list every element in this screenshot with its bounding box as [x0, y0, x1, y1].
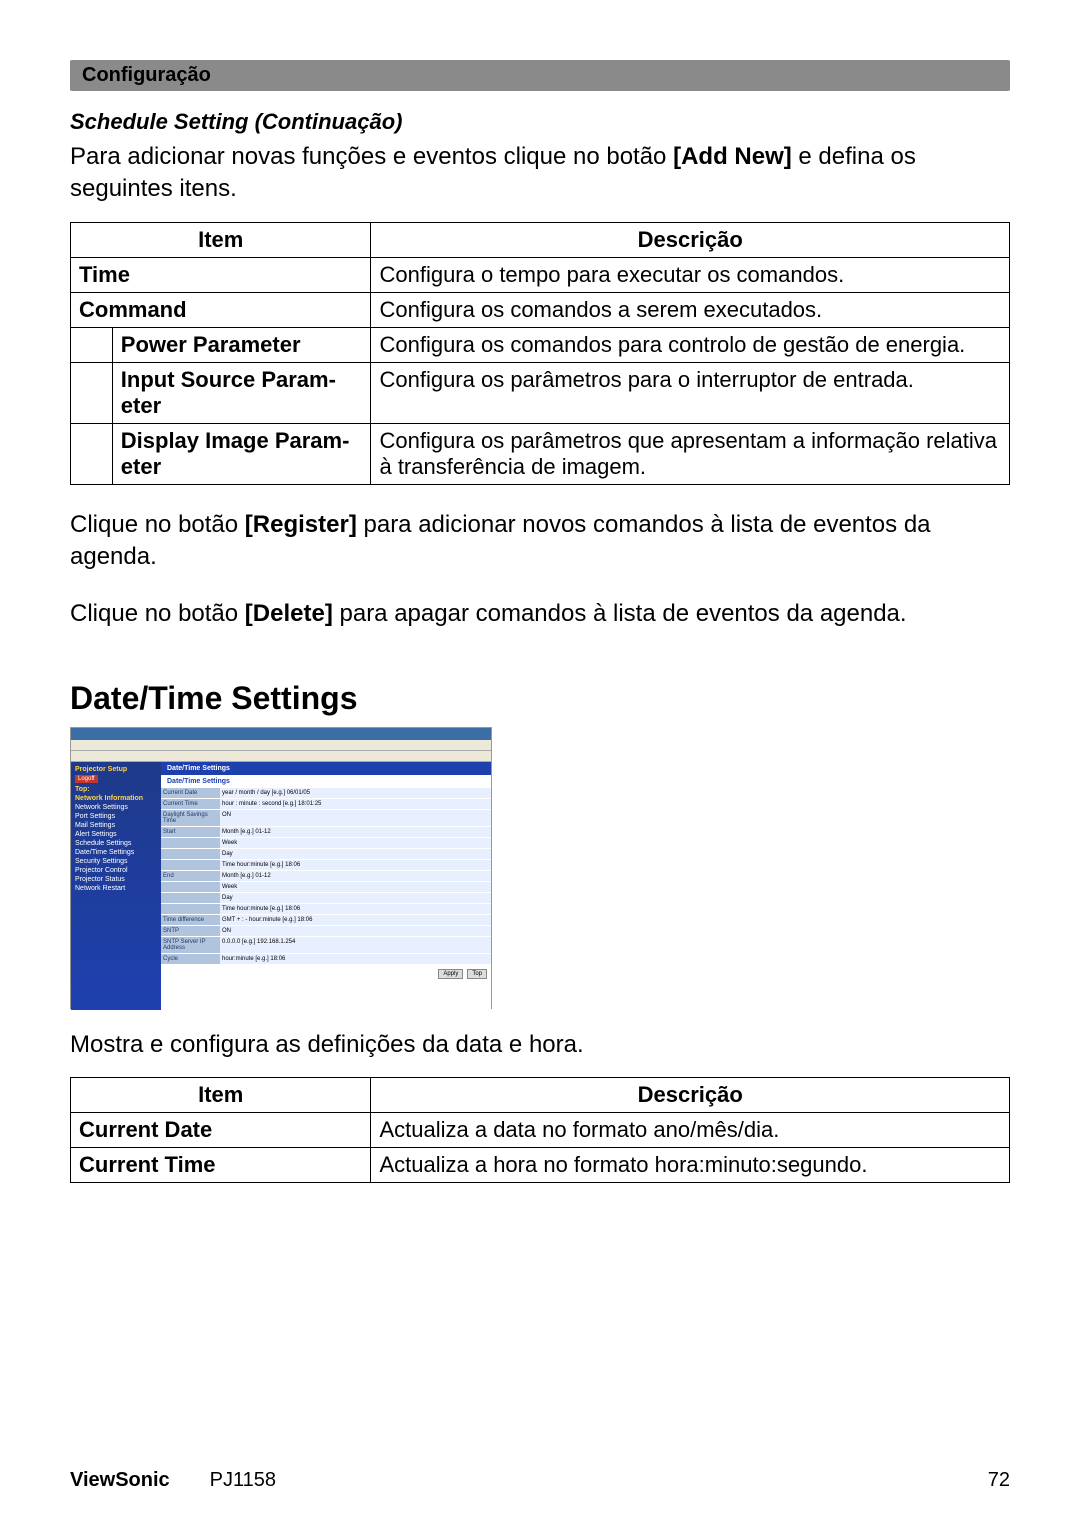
datetime-intro: Mostra e configura as definições da data…	[70, 1029, 1010, 1061]
ss-lbl-cycle: Cycle	[161, 954, 220, 965]
p2-pre: Clique no botão	[70, 511, 245, 538]
ss-val-end-t[interactable]: Time hour:minute [e.g.] 18:06	[220, 904, 491, 915]
dt-ct-item: Current Time	[71, 1148, 371, 1183]
footer-page-number: 72	[988, 1469, 1010, 1492]
ss-val-start-t[interactable]: Time hour:minute [e.g.] 18:06	[220, 860, 491, 871]
ss-nav-top: Top:	[75, 786, 157, 793]
ss-lbl-td: Time difference	[161, 915, 220, 926]
ss-lbl-blank	[161, 838, 220, 849]
ss-lbl-cd: Current Date	[161, 788, 220, 799]
intro-bold: [Add New]	[673, 143, 792, 170]
schedule-para-delete: Clique no botão [Delete] para apagar com…	[70, 598, 1010, 630]
ss-nav-item[interactable]: Network Restart	[75, 885, 157, 892]
row-power-desc: Configura os comandos para controlo de g…	[371, 327, 1010, 362]
dt-cd-desc: Actualiza a data no formato ano/mês/dia.	[371, 1113, 1010, 1148]
p3-post: para apagar comandos à lista de eventos …	[333, 600, 907, 627]
footer-model: PJ1158	[210, 1469, 988, 1492]
indent	[71, 423, 113, 484]
ss-val-end-d[interactable]: Day	[220, 893, 491, 904]
row-input-item: Input Source Param­eter	[112, 362, 371, 423]
ss-lbl-blank	[161, 882, 220, 893]
row-display-item: Display Image Param­eter	[112, 423, 371, 484]
ss-val-end-m[interactable]: Month [e.g.] 01-12	[220, 871, 491, 882]
row-time-desc: Configura o tempo para executar os coman…	[371, 257, 1010, 292]
schedule-table: Item Descrição Time Configura o tempo pa…	[70, 222, 1010, 485]
ss-nav-netinfo: Network Information	[75, 795, 157, 802]
ss-lbl-sntp: SNTP	[161, 926, 220, 937]
row-command-item: Command	[71, 292, 371, 327]
ss-main-sub: Date/Time Settings	[161, 775, 491, 788]
datetime-screenshot: Projector Setup Logoff Top: Network Info…	[70, 727, 492, 1009]
page-footer: ViewSonic PJ1158 72	[70, 1469, 1010, 1492]
dt-ct-desc: Actualiza a hora no formato hora:minuto:…	[371, 1148, 1010, 1183]
ss-nav-item[interactable]: Security Settings	[75, 858, 157, 865]
ss-nav-item[interactable]: Schedule Settings	[75, 840, 157, 847]
ss-nav: Projector Setup Logoff Top: Network Info…	[71, 762, 161, 1010]
schedule-para-register: Clique no botão [Register] para adiciona…	[70, 509, 1010, 574]
ss-nav-item[interactable]: Mail Settings	[75, 822, 157, 829]
datetime-table: Item Descrição Current Date Actualiza a …	[70, 1077, 1010, 1183]
ss-main-header: Date/Time Settings	[161, 762, 491, 775]
schedule-subheading: Schedule Setting (Continuação)	[70, 109, 1010, 135]
ss-nav-item[interactable]: Port Settings	[75, 813, 157, 820]
p3-bold: [Delete]	[245, 600, 333, 627]
ss-val-on2[interactable]: ON	[220, 926, 491, 937]
row-command-desc: Configura os comandos a serem executados…	[371, 292, 1010, 327]
ss-val-on[interactable]: ON	[220, 810, 491, 827]
ss-nav-item[interactable]: Date/Time Settings	[75, 849, 157, 856]
ss-nav-title: Projector Setup	[75, 766, 157, 773]
ss-logoff-button[interactable]: Logoff	[75, 775, 98, 783]
ss-val-start-d[interactable]: Day	[220, 849, 491, 860]
ss-val-cycle[interactable]: hour:minute [e.g.] 18:06	[220, 954, 491, 965]
ss-val-td[interactable]: GMT + : - hour:minute [e.g.] 18:06	[220, 915, 491, 926]
row-power-item: Power Parameter	[112, 327, 371, 362]
ss-val-ip[interactable]: 0.0.0.0 [e.g.] 192.168.1.254	[220, 937, 491, 954]
ss-nav-item[interactable]: Projector Control	[75, 867, 157, 874]
ss-main: Date/Time Settings Date/Time Settings Cu…	[161, 762, 491, 1010]
ss-lbl-blank	[161, 860, 220, 871]
ss-toolbar	[71, 740, 491, 751]
section-header: Configuração	[70, 60, 1010, 91]
p3-pre: Clique no botão	[70, 600, 245, 627]
ss-nav-item[interactable]: Alert Settings	[75, 831, 157, 838]
ss-lbl-ip: SNTP Server IP Address	[161, 937, 220, 954]
indent	[71, 327, 113, 362]
ss-nav-item[interactable]: Network Settings	[75, 804, 157, 811]
dt-cd-item: Current Date	[71, 1113, 371, 1148]
ss-val-ct[interactable]: hour : minute : second [e.g.] 18:01:25	[220, 799, 491, 810]
ss-address-bar	[71, 751, 491, 762]
ss-val-start-m[interactable]: Month [e.g.] 01-12	[220, 827, 491, 838]
ss-lbl-blank	[161, 849, 220, 860]
schedule-intro: Para adicionar novas funções e eventos c…	[70, 141, 1010, 206]
ss-lbl-blank	[161, 904, 220, 915]
ss-titlebar	[71, 728, 491, 740]
row-time-item: Time	[71, 257, 371, 292]
ss-lbl-ct: Current Time	[161, 799, 220, 810]
footer-brand: ViewSonic	[70, 1469, 170, 1492]
ss-apply-button[interactable]: Apply	[438, 969, 463, 979]
p2-bold: [Register]	[245, 511, 357, 538]
th-desc: Descrição	[371, 222, 1010, 257]
ss-nav-item[interactable]: Projector Status	[75, 876, 157, 883]
ss-lbl-dst: Daylight Savings Time	[161, 810, 220, 827]
indent	[71, 362, 113, 423]
ss-lbl-blank	[161, 893, 220, 904]
ss-lbl-end: End	[161, 871, 220, 882]
ss-val-start-w[interactable]: Week	[220, 838, 491, 849]
intro-pre: Para adicionar novas funções e eventos c…	[70, 143, 673, 170]
row-display-desc: Configura os parâmetros que apresentam a…	[371, 423, 1010, 484]
row-input-desc: Configura os parâmetros para o interrupt…	[371, 362, 1010, 423]
ss-val-end-w[interactable]: Week	[220, 882, 491, 893]
ss-lbl-start: Start	[161, 827, 220, 838]
dt-th-item: Item	[71, 1078, 371, 1113]
dt-th-desc: Descrição	[371, 1078, 1010, 1113]
datetime-heading: Date/Time Settings	[70, 680, 1010, 717]
th-item: Item	[71, 222, 371, 257]
ss-val-cd[interactable]: year / month / day [e.g.] 06/01/05	[220, 788, 491, 799]
ss-top-button[interactable]: Top	[467, 969, 487, 979]
